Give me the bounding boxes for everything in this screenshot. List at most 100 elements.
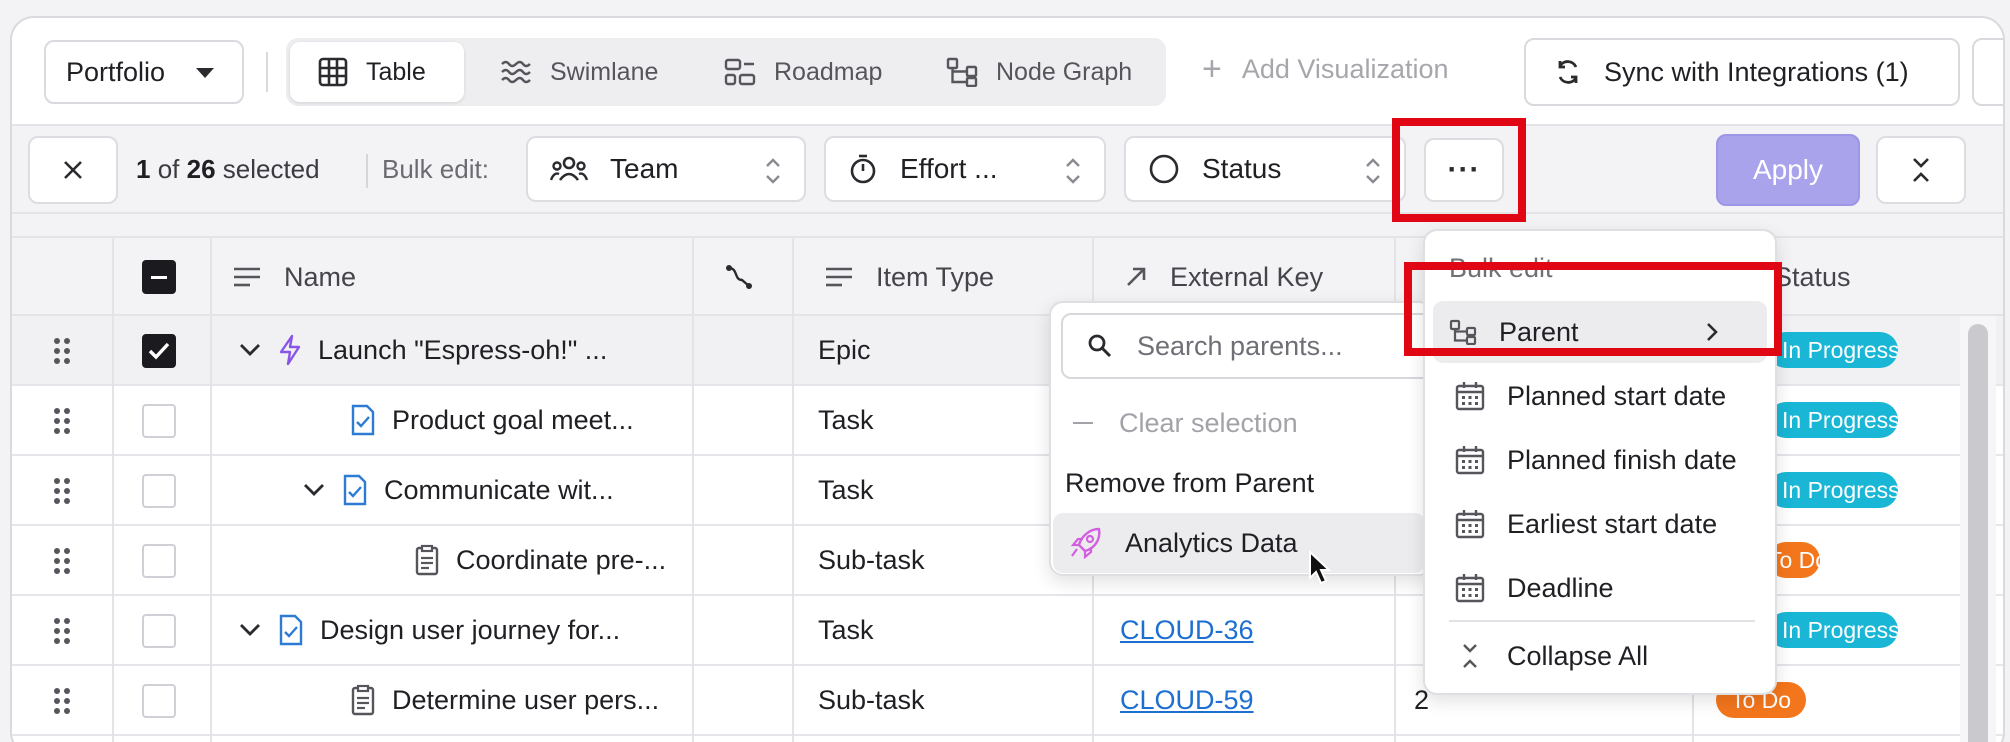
sync-integrations-button[interactable]: Sync with Integrations (1) xyxy=(1524,38,1960,106)
name-cell: Design user journey for... xyxy=(238,596,620,664)
row-checkbox[interactable] xyxy=(142,404,176,438)
task-check-icon xyxy=(279,614,303,646)
name-cell: Launch "Espress-oh!" ... xyxy=(238,316,607,384)
calendar-icon xyxy=(1455,382,1485,411)
lightning-icon xyxy=(279,334,301,366)
portfolio-dropdown[interactable]: Portfolio xyxy=(44,40,244,104)
row-checkbox[interactable] xyxy=(142,334,176,368)
tab-roadmap-label: Roadmap xyxy=(774,57,883,86)
calendar-icon xyxy=(1455,446,1485,475)
remove-from-parent-item[interactable]: Remove from Parent xyxy=(1051,453,1431,513)
bulk-menu-item-planned-finish[interactable]: Planned finish date xyxy=(1433,429,1767,491)
tab-roadmap[interactable]: Roadmap xyxy=(724,42,882,102)
swimlane-icon xyxy=(501,60,531,84)
toolbar-divider xyxy=(266,52,268,92)
collapse-bar-button[interactable] xyxy=(1876,136,1966,204)
status-select[interactable]: Status xyxy=(1124,136,1406,202)
task-check-icon xyxy=(343,474,367,506)
chevron-down-icon[interactable] xyxy=(238,622,262,638)
effort-select-label: Effort ... xyxy=(900,153,998,184)
view-toolbar: Portfolio Table Swimlane Roadmap Node Gr… xyxy=(12,18,2003,126)
status-badge: In Progress xyxy=(1768,472,1898,508)
bulk-menu-item-collapse-all[interactable]: Collapse All xyxy=(1433,625,1767,687)
bulk-menu-item-label: Planned finish date xyxy=(1507,444,1737,475)
column-name[interactable]: Name xyxy=(232,238,356,316)
external-key-link[interactable]: CLOUD-36 xyxy=(1120,596,1254,664)
chevron-down-icon[interactable] xyxy=(238,342,262,358)
collapse-icon xyxy=(1913,158,1929,182)
add-visualization-button[interactable]: + Add Visualization xyxy=(1202,52,1449,86)
link-path-icon xyxy=(726,265,752,289)
task-check-icon xyxy=(351,404,375,436)
caret-down-icon xyxy=(196,68,214,78)
external-key-link[interactable]: CLOUD-59 xyxy=(1120,666,1254,734)
view-tabs: Table Swimlane Roadmap Node Graph xyxy=(286,38,1166,106)
column-dependency[interactable] xyxy=(724,238,776,316)
row-checkbox[interactable] xyxy=(142,474,176,508)
tab-swimlane[interactable]: Swimlane xyxy=(500,42,658,102)
external-arrow-icon xyxy=(1127,267,1146,286)
clear-selection-button[interactable] xyxy=(28,136,118,204)
effort-select[interactable]: Effort ... xyxy=(824,136,1106,202)
row-name[interactable]: Launch "Espress-oh!" ... xyxy=(318,335,607,366)
calendar-icon xyxy=(1455,574,1485,603)
tab-table[interactable]: Table xyxy=(290,42,464,102)
drag-handle-icon[interactable] xyxy=(52,336,72,366)
search-icon xyxy=(1088,334,1112,358)
drag-handle-icon[interactable] xyxy=(52,546,72,576)
column-item-type[interactable]: Item Type xyxy=(824,238,994,316)
subtask-clipboard-icon xyxy=(415,544,439,576)
sync-label: Sync with Integrations (1) xyxy=(1604,56,1909,87)
toolbar-overflow-button[interactable] xyxy=(1972,38,2003,106)
select-all-checkbox[interactable] xyxy=(142,260,176,294)
status-select-label: Status xyxy=(1202,153,1282,184)
bulk-menu-item-planned-start[interactable]: Planned start date xyxy=(1433,365,1767,427)
bulk-menu-item-earliest-start[interactable]: Earliest start date xyxy=(1433,493,1767,555)
up-down-icon xyxy=(1066,158,1080,184)
stopwatch-icon xyxy=(850,154,876,184)
apply-button[interactable]: Apply xyxy=(1716,134,1860,206)
row-checkbox[interactable] xyxy=(142,544,176,578)
team-select[interactable]: Team xyxy=(526,136,806,202)
tab-swimlane-label: Swimlane xyxy=(550,57,659,86)
tab-node-graph[interactable]: Node Graph xyxy=(946,42,1132,102)
column-status[interactable]: Status xyxy=(1774,238,1851,316)
item-type-cell: Task xyxy=(818,474,874,505)
app-window: Portfolio Table Swimlane Roadmap Node Gr… xyxy=(10,16,2005,742)
chevron-down-icon[interactable] xyxy=(302,482,326,498)
search-parents-field[interactable] xyxy=(1061,313,1431,379)
column-divider xyxy=(792,236,794,742)
name-cell: Coordinate pre-... xyxy=(414,526,666,594)
check-icon xyxy=(148,342,170,360)
parent-submenu: Clear selection Remove from Parent Analy… xyxy=(1049,301,1433,576)
row-name[interactable]: Product goal meet... xyxy=(392,405,634,436)
bulk-menu-item-label: Deadline xyxy=(1507,572,1614,603)
mouse-pointer-icon xyxy=(1309,550,1332,585)
row-name[interactable]: Coordinate pre-... xyxy=(456,545,666,576)
row-checkbox[interactable] xyxy=(142,614,176,648)
drag-handle-icon[interactable] xyxy=(52,476,72,506)
bulk-menu-item-deadline[interactable]: Deadline xyxy=(1433,557,1767,619)
name-cell: Communicate wit... xyxy=(302,456,614,524)
drag-handle-icon[interactable] xyxy=(52,616,72,646)
drag-handle-icon[interactable] xyxy=(52,406,72,436)
bulk-edit-label: Bulk edit: xyxy=(382,154,489,184)
bulk-edit-bar: 1 of 26 selected Bulk edit: Team Effort … xyxy=(12,126,2003,214)
bulk-menu-item-label: Planned start date xyxy=(1507,380,1727,411)
of-text: of xyxy=(150,154,187,184)
row-checkbox[interactable] xyxy=(142,684,176,718)
subtask-clipboard-icon xyxy=(351,684,375,716)
row-name[interactable]: Design user journey for... xyxy=(320,615,620,646)
rocket-icon xyxy=(1070,527,1101,559)
parent-option-analytics-data[interactable]: Analytics Data xyxy=(1053,513,1425,573)
search-parents-input[interactable] xyxy=(1137,330,1431,362)
drag-handle-icon[interactable] xyxy=(52,686,72,716)
portfolio-label: Portfolio xyxy=(66,56,166,87)
scrollbar-thumb[interactable] xyxy=(1968,324,1988,742)
row-name[interactable]: Determine user pers... xyxy=(392,685,659,716)
column-divider xyxy=(692,236,694,742)
calendar-icon xyxy=(1455,510,1485,539)
row-name[interactable]: Communicate wit... xyxy=(384,475,614,506)
tab-node-graph-label: Node Graph xyxy=(996,57,1133,86)
clear-selection-item[interactable]: Clear selection xyxy=(1051,393,1431,453)
